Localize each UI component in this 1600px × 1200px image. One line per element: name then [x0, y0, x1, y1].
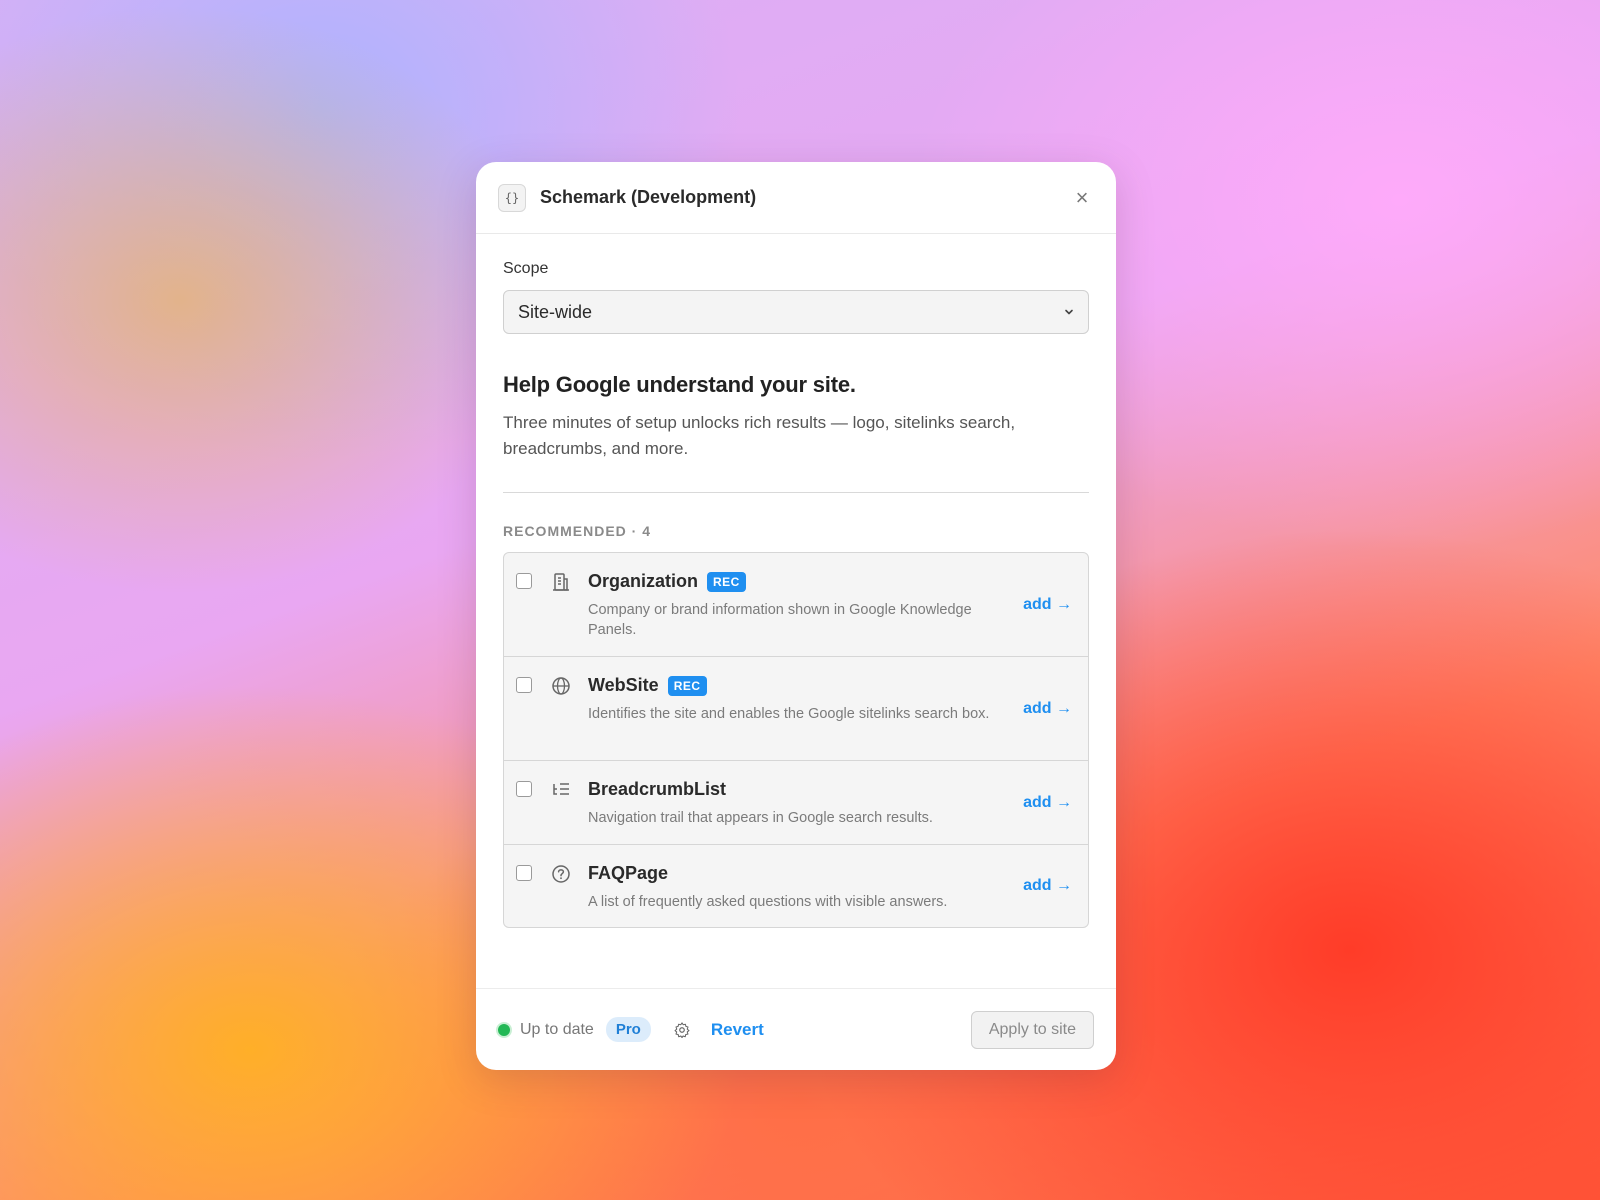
add-website-link[interactable]: add →	[1023, 700, 1072, 718]
breadcrumblist-title: BreadcrumbList	[588, 779, 727, 799]
globe-icon	[552, 677, 570, 695]
schemark-panel: {} Schemark (Development) × Scope Site-w…	[476, 162, 1116, 1070]
scope-select[interactable]: Site-wide	[503, 290, 1089, 334]
breadcrumblist-checkbox[interactable]	[516, 781, 532, 797]
pro-badge: Pro	[605, 1017, 651, 1042]
scope-label: Scope	[503, 260, 549, 277]
organization-description: Company or brand information shown in Go…	[588, 602, 972, 638]
panel-header: {} Schemark (Development) ×	[476, 162, 1116, 234]
panel-body: Scope Site-wide Help Google understand y…	[476, 234, 1116, 928]
breadcrumb-list-icon	[553, 783, 569, 795]
add-organization-link[interactable]: add →	[1023, 596, 1072, 614]
schema-type-list: Organization REC Company or brand inform…	[503, 552, 1089, 928]
status-text: Up to date	[520, 1020, 594, 1038]
scope-select-value: Site-wide	[518, 301, 593, 322]
panel-footer: Up to date Pro Revert Apply to site	[476, 988, 1116, 1070]
close-icon: ×	[1075, 184, 1089, 210]
divider	[503, 492, 1089, 493]
organization-title: Organization	[588, 571, 699, 591]
list-item-website: WebSite REC Identifies the site and enab…	[504, 657, 1088, 761]
faqpage-title: FAQPage	[588, 863, 669, 883]
website-title: WebSite	[588, 675, 659, 695]
chevron-down-icon	[1065, 309, 1073, 315]
website-checkbox[interactable]	[516, 677, 532, 693]
building-icon	[553, 573, 569, 591]
apply-to-site-button[interactable]: Apply to site	[970, 1010, 1094, 1049]
intro-heading: Help Google understand your site.	[503, 372, 856, 397]
faqpage-checkbox[interactable]	[516, 865, 532, 881]
website-description: Identifies the site and enables the Goog…	[588, 706, 990, 722]
intro-description: Three minutes of setup unlocks rich resu…	[503, 413, 1016, 458]
gear-icon[interactable]	[673, 1021, 691, 1039]
rec-badge: REC	[667, 675, 707, 696]
faqpage-description: A list of frequently asked questions wit…	[588, 894, 948, 910]
panel-title: Schemark (Development)	[540, 187, 757, 207]
list-item-organization: Organization REC Company or brand inform…	[504, 553, 1088, 657]
list-item-faqpage: FAQPage A list of frequently asked quest…	[504, 845, 1088, 927]
close-button[interactable]: ×	[1070, 185, 1094, 211]
breadcrumblist-description: Navigation trail that appears in Google …	[588, 810, 933, 826]
add-faqpage-link[interactable]: add →	[1023, 877, 1072, 895]
revert-button[interactable]: Revert	[711, 1020, 764, 1040]
status-dot	[496, 1021, 512, 1038]
recommended-section-label: RECOMMENDED · 4	[503, 523, 652, 539]
add-breadcrumblist-link[interactable]: add →	[1023, 794, 1072, 812]
rec-badge: REC	[707, 571, 746, 592]
question-circle-icon	[552, 865, 570, 883]
braces-icon: {}	[498, 183, 526, 212]
organization-checkbox[interactable]	[516, 573, 532, 589]
list-item-breadcrumblist: BreadcrumbList Navigation trail that app…	[504, 761, 1088, 845]
